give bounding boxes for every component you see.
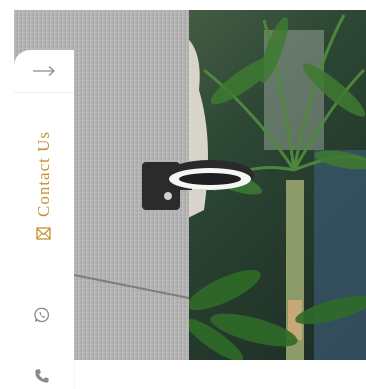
mail-icon (36, 227, 51, 240)
whatsapp-button[interactable] (34, 307, 50, 328)
expand-contact-button[interactable] (14, 50, 74, 93)
phone-button[interactable] (34, 368, 50, 389)
contact-us-tab[interactable]: Contact Us (28, 128, 60, 248)
contact-us-label: Contact Us (34, 130, 53, 218)
phone-icon (35, 369, 49, 383)
arrow-right-icon (33, 66, 55, 76)
contact-rail: Contact Us (14, 50, 74, 389)
whatsapp-icon (34, 307, 50, 323)
